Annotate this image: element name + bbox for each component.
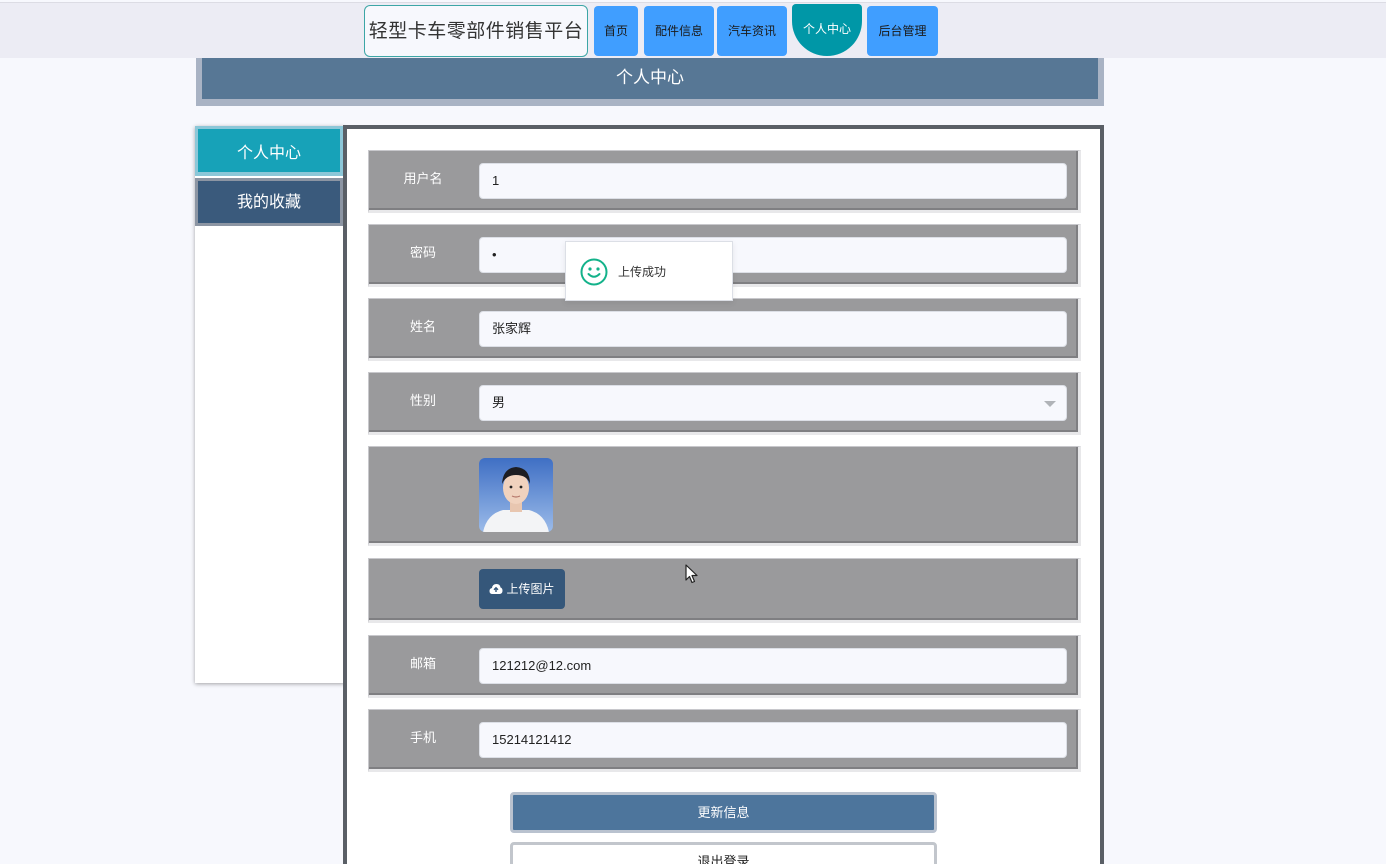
mouse-cursor-icon	[685, 564, 698, 584]
sidebar: 个人中心 我的收藏	[195, 126, 345, 683]
gender-select[interactable]: 男	[479, 385, 1067, 421]
username-input[interactable]: 1	[479, 163, 1067, 199]
logout-button[interactable]: 退出登录	[510, 842, 937, 864]
update-info-button[interactable]: 更新信息	[510, 792, 937, 833]
cloud-upload-icon	[489, 584, 503, 594]
phone-input[interactable]: 15214121412	[479, 722, 1067, 758]
success-toast: 上传成功	[565, 241, 733, 301]
nav-admin[interactable]: 后台管理	[867, 6, 938, 56]
avatar	[479, 458, 553, 532]
avatar-row	[368, 446, 1081, 546]
gender-row: 性别 男	[368, 372, 1081, 435]
gender-selected-value: 男	[492, 395, 506, 410]
phone-label: 手机	[409, 731, 436, 746]
name-label: 姓名	[409, 320, 436, 335]
nav-parts-info[interactable]: 配件信息	[644, 6, 714, 56]
name-input[interactable]: 张家辉	[479, 311, 1067, 347]
phone-row: 手机 15214121412	[368, 709, 1081, 772]
email-row: 邮箱 121212@12.com	[368, 635, 1081, 698]
smile-icon	[580, 258, 608, 286]
username-label: 用户名	[403, 172, 443, 187]
page-title: 个人中心	[196, 58, 1104, 106]
sidebar-item-personal-center[interactable]: 个人中心	[195, 126, 343, 176]
chevron-down-icon	[1044, 401, 1056, 407]
email-input[interactable]: 121212@12.com	[479, 648, 1067, 684]
gender-label: 性别	[409, 394, 436, 409]
toast-message: 上传成功	[618, 265, 667, 279]
upload-row: 上传图片	[368, 558, 1081, 623]
password-label: 密码	[409, 246, 436, 261]
nav-car-news[interactable]: 汽车资讯	[717, 6, 787, 56]
upload-image-button[interactable]: 上传图片	[479, 569, 565, 609]
nav-home[interactable]: 首页	[594, 6, 638, 56]
sidebar-item-favorites[interactable]: 我的收藏	[195, 178, 343, 226]
upload-image-label: 上传图片	[506, 582, 555, 596]
username-row: 用户名 1	[368, 150, 1081, 213]
site-brand[interactable]: 轻型卡车零部件销售平台	[364, 5, 588, 57]
email-label: 邮箱	[409, 657, 436, 672]
name-row: 姓名 张家辉	[368, 298, 1081, 361]
